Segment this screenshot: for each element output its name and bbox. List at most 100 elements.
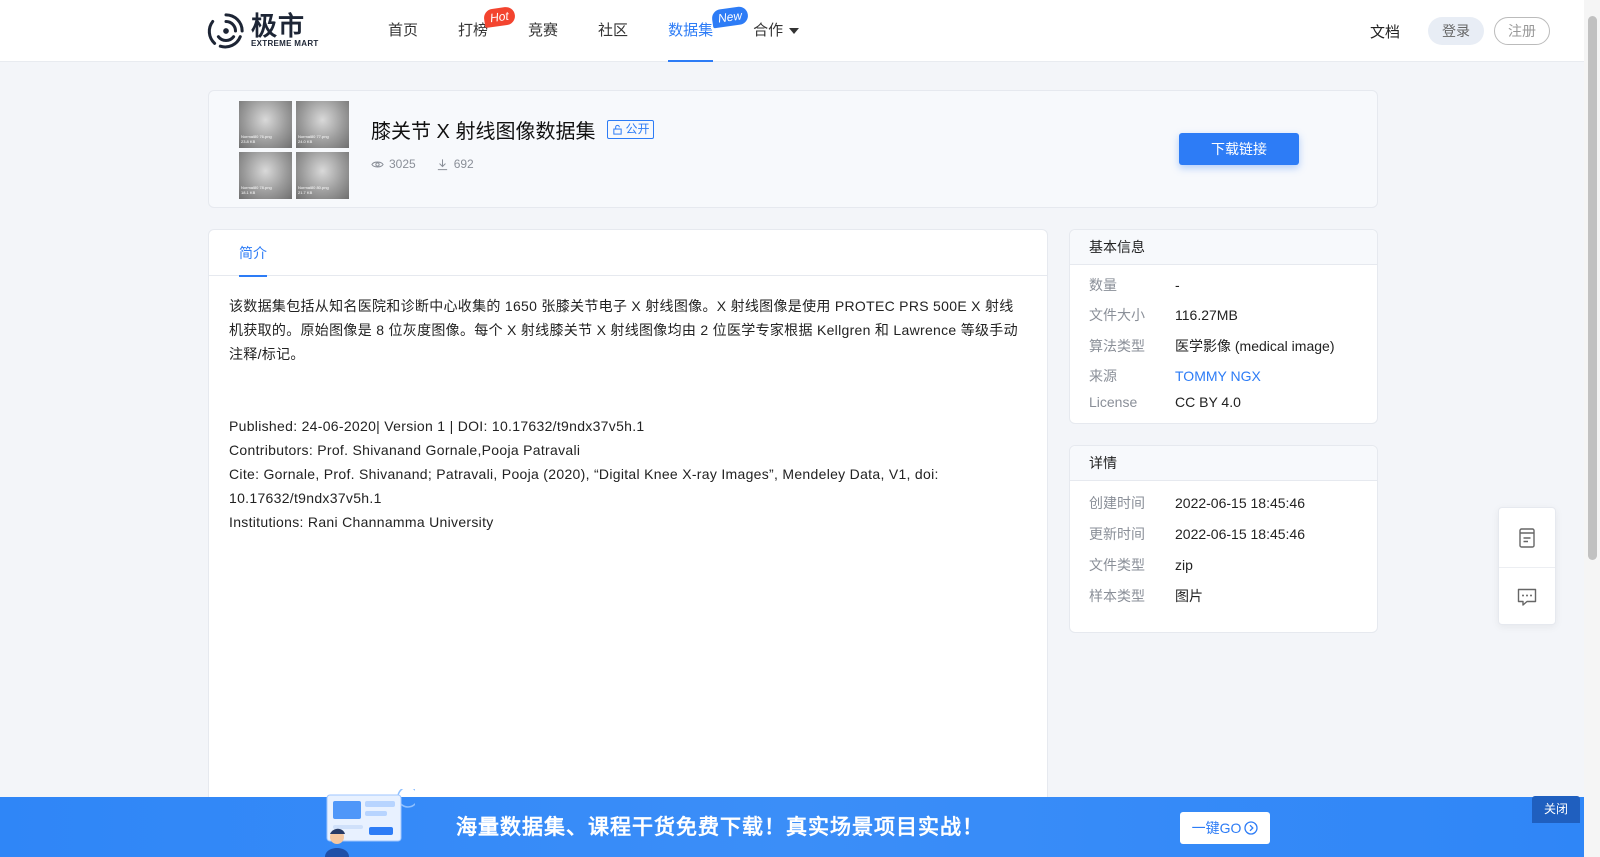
public-badge: 公开 <box>607 120 655 139</box>
detail-row-sample-type: 样本类型 图片 <box>1070 586 1377 617</box>
detail-key: 文件类型 <box>1089 557 1145 573</box>
view-count: 3025 <box>371 157 416 171</box>
info-value: 医学影像 (medical image) <box>1175 338 1335 354</box>
banner-go-button[interactable]: 一键GO <box>1180 812 1270 844</box>
thumbnail-image: Normal80 78.png 18.1 KB <box>239 152 292 199</box>
nav-docs-link[interactable]: 文档 <box>1370 21 1400 42</box>
info-key: 文件大小 <box>1089 307 1145 323</box>
detail-value: zip <box>1175 557 1193 573</box>
nav-item-label: 社区 <box>598 22 629 39</box>
description-card: 简介 该数据集包括从知名医院和诊断中心收集的 1650 张膝关节电子 X 射线图… <box>208 229 1048 857</box>
info-row-source: 来源 TOMMY NGX <box>1070 366 1377 394</box>
nav-item-leaderboard[interactable]: 打榜 Hot <box>458 0 516 62</box>
info-key: License <box>1089 394 1138 410</box>
details-title: 详情 <box>1070 446 1377 481</box>
banner-text: 海量数据集、课程干货免费下载！真实场景项目实战！ <box>456 816 984 839</box>
download-count: 692 <box>436 157 474 171</box>
nav-menu: 首页 打榜 Hot 竞赛 社区 数据集 New 合作 <box>388 0 839 62</box>
detail-row-updated: 更新时间 2022-06-15 18:45:46 <box>1070 524 1377 555</box>
nav-item-datasets[interactable]: 数据集 New <box>668 0 750 62</box>
info-key: 数量 <box>1089 277 1117 293</box>
nav-item-community[interactable]: 社区 <box>598 0 628 62</box>
banner-close-button[interactable]: 关闭 <box>1532 796 1580 823</box>
institutions-line: Institutions: Rani Channamma University <box>229 514 494 530</box>
detail-value: 图片 <box>1175 588 1203 604</box>
download-count-value: 692 <box>453 157 474 171</box>
detail-key: 样本类型 <box>1089 588 1145 604</box>
scrollbar-thumb[interactable] <box>1588 16 1597 560</box>
detail-value: 2022-06-15 18:45:46 <box>1175 526 1305 542</box>
logo-text-en: EXTREME MART <box>251 39 319 48</box>
details-card: 详情 创建时间 2022-06-15 18:45:46 更新时间 2022-06… <box>1069 445 1378 633</box>
feedback-tool-button[interactable] <box>1499 567 1555 626</box>
top-navbar: 极市 EXTREME MART 首页 打榜 Hot 竞赛 社区 数据集 New … <box>0 0 1584 62</box>
contributors-line: Contributors: Prof. Shivanand Gornale,Po… <box>229 442 581 458</box>
login-button[interactable]: 登录 <box>1428 17 1484 45</box>
info-value: CC BY 4.0 <box>1175 394 1241 410</box>
description-content: 该数据集包括从知名医院和诊断中心收集的 1650 张膝关节电子 X 射线图像。X… <box>209 276 1047 534</box>
published-line: Published: 24-06-2020| Version 1 | DOI: … <box>229 418 645 434</box>
thumbnail-size: 23.8 KB <box>241 139 256 144</box>
basic-info-title: 基本信息 <box>1070 230 1377 265</box>
dataset-title-row: 膝关节 X 射线图像数据集 公开 <box>371 115 655 144</box>
logo-mark-icon <box>207 13 244 49</box>
unlock-icon <box>613 124 623 135</box>
nav-item-competition[interactable]: 竞赛 <box>528 0 558 62</box>
public-badge-label: 公开 <box>625 122 650 136</box>
banner-illustration-icon <box>325 789 415 857</box>
eye-icon <box>371 161 384 167</box>
info-row-algorithm-type: 算法类型 医学影像 (medical image) <box>1070 336 1377 366</box>
dataset-stats: 3025 692 <box>371 157 494 171</box>
doc-tool-button[interactable] <box>1499 508 1555 567</box>
new-badge: New <box>710 5 750 29</box>
thumbnail-size: 21.7 KB <box>298 190 313 195</box>
download-icon <box>437 158 447 170</box>
info-row-file-size: 文件大小 116.27MB <box>1070 305 1377 336</box>
banner-go-label: 一键GO <box>1191 820 1242 836</box>
tab-intro[interactable]: 简介 <box>239 230 267 277</box>
detail-value: 2022-06-15 18:45:46 <box>1175 495 1305 511</box>
nav-item-home[interactable]: 首页 <box>388 0 418 62</box>
document-icon <box>1519 527 1535 548</box>
source-link[interactable]: TOMMY NGX <box>1175 368 1261 384</box>
info-row-quantity: 数量 - <box>1070 275 1377 305</box>
info-key: 来源 <box>1089 368 1117 384</box>
site-logo[interactable]: 极市 EXTREME MART <box>207 12 319 50</box>
description-paragraph: 该数据集包括从知名医院和诊断中心收集的 1650 张膝关节电子 X 射线图像。X… <box>229 298 1018 362</box>
arrow-circle-right-icon <box>1244 821 1259 835</box>
detail-row-created: 创建时间 2022-06-15 18:45:46 <box>1070 493 1377 524</box>
hot-badge: Hot <box>482 5 516 29</box>
nav-item-cooperation[interactable]: 合作 <box>753 0 800 62</box>
nav-item-label: 数据集 <box>668 22 714 39</box>
thumbnail-size: 24.0 KB <box>298 139 313 144</box>
logo-text-cn: 极市 <box>251 11 306 41</box>
info-row-license: License CC BY 4.0 <box>1070 394 1377 422</box>
detail-key: 更新时间 <box>1089 526 1145 542</box>
page-scrollbar[interactable] <box>1584 0 1600 857</box>
detail-row-file-type: 文件类型 zip <box>1070 555 1377 586</box>
floating-toolbar <box>1498 507 1556 625</box>
register-button[interactable]: 注册 <box>1494 17 1550 45</box>
dataset-title: 膝关节 X 射线图像数据集 <box>371 121 596 143</box>
nav-item-label: 首页 <box>388 22 419 39</box>
nav-right: 文档 登录 注册 <box>1370 0 1584 62</box>
detail-key: 创建时间 <box>1089 495 1145 511</box>
view-count-value: 3025 <box>389 157 416 171</box>
dataset-header-card: Normal80 76.png 23.8 KB Normal80 77.png 24… <box>208 90 1378 208</box>
thumbnail-image: Normal80 76.png 23.8 KB <box>239 101 292 148</box>
info-key: 算法类型 <box>1089 338 1145 354</box>
download-link-button[interactable]: 下载链接 <box>1179 133 1299 165</box>
basic-info-card: 基本信息 数量 - 文件大小 116.27MB 算法类型 医学影像 (medic… <box>1069 229 1378 424</box>
comment-icon <box>1517 588 1537 606</box>
thumbnail-image: Normal80 77.png 24.0 KB <box>296 101 349 148</box>
info-value: 116.27MB <box>1175 307 1238 323</box>
info-value: - <box>1175 277 1180 293</box>
caret-down-icon <box>789 28 800 35</box>
cite-line: Cite: Gornale, Prof. Shivanand; Patraval… <box>229 466 939 506</box>
nav-item-label: 竞赛 <box>528 22 559 39</box>
thumbnail-size: 18.1 KB <box>241 190 256 195</box>
nav-item-label: 合作 <box>753 22 784 39</box>
thumbnail-image: Normal80 80.png 21.7 KB <box>296 152 349 199</box>
dataset-thumbnails[interactable]: Normal80 76.png 23.8 KB Normal80 77.png 24… <box>239 101 349 199</box>
promo-banner: 海量数据集、课程干货免费下载！真实场景项目实战！ 一键GO 关闭 <box>0 789 1584 857</box>
